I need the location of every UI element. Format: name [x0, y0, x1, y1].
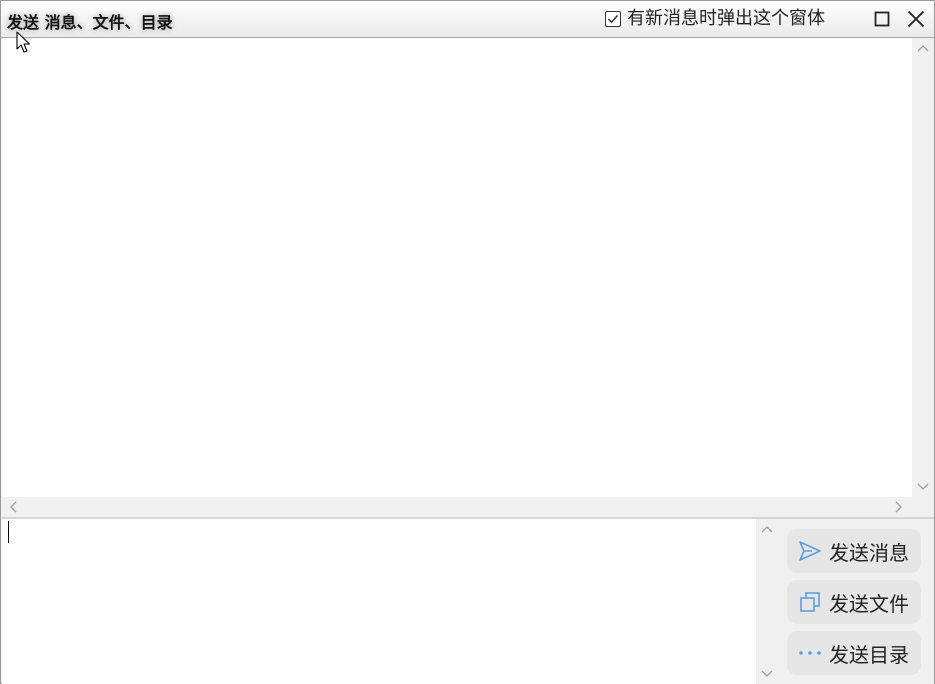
input-vertical-scrollbar[interactable]	[756, 519, 778, 684]
popup-on-new-message-option[interactable]: 有新消息时弹出这个窗体	[605, 9, 825, 29]
text-caret	[8, 521, 9, 543]
send-icon	[797, 538, 823, 564]
checkmark-icon	[607, 15, 619, 24]
maximize-button[interactable]	[867, 4, 897, 34]
copy-file-icon	[797, 589, 823, 615]
scroll-up-icon[interactable]	[761, 525, 773, 533]
chat-window: 发送 消息、文件、目录 有新消息时弹出这个窗体 发送消息 发送文件 发送目录	[0, 0, 935, 684]
close-icon	[907, 10, 925, 28]
scroll-right-icon[interactable]	[895, 501, 903, 513]
action-panel: 发送消息 发送文件 发送目录	[778, 519, 934, 684]
scroll-up-icon[interactable]	[917, 44, 929, 52]
message-display-area[interactable]	[2, 38, 912, 497]
message-vertical-scrollbar[interactable]	[912, 38, 934, 497]
scroll-left-icon[interactable]	[9, 501, 17, 513]
title-bar[interactable]: 发送 消息、文件、目录 有新消息时弹出这个窗体	[1, 1, 934, 38]
message-input[interactable]	[2, 519, 756, 684]
maximize-icon	[874, 11, 890, 27]
send-message-label: 发送消息	[829, 540, 909, 565]
close-button[interactable]	[901, 4, 931, 34]
send-directory-label: 发送目录	[829, 642, 909, 667]
message-horizontal-scrollbar[interactable]	[2, 497, 934, 517]
popup-option-label: 有新消息时弹出这个窗体	[627, 8, 825, 29]
mouse-pointer-icon	[16, 31, 32, 59]
send-message-button[interactable]: 发送消息	[787, 529, 921, 573]
send-file-label: 发送文件	[829, 591, 909, 616]
more-dots-icon	[797, 640, 823, 666]
window-title: 发送 消息、文件、目录	[7, 13, 173, 32]
popup-checkbox[interactable]	[605, 11, 621, 27]
send-file-button[interactable]: 发送文件	[787, 580, 921, 624]
scroll-down-icon[interactable]	[761, 670, 773, 678]
send-directory-button[interactable]: 发送目录	[787, 631, 921, 675]
scroll-down-icon[interactable]	[917, 483, 929, 491]
